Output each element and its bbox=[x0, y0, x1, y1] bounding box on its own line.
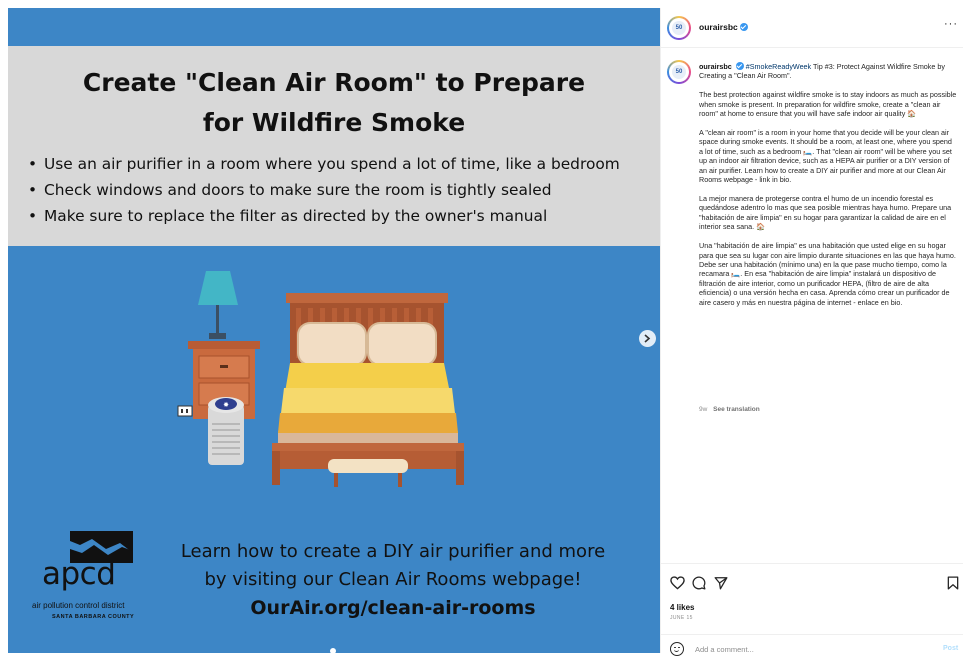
bench-icon bbox=[328, 459, 408, 487]
logo-text: apcd bbox=[42, 556, 116, 592]
air-purifier-icon: ✸ bbox=[208, 397, 244, 465]
bookmark-icon[interactable] bbox=[947, 576, 959, 590]
post-sidebar: 50 ourairsbc ··· 50 ourairsbc #SmokeRead… bbox=[660, 8, 963, 657]
logo-county: SANTA BARBARA COUNTY bbox=[52, 614, 135, 620]
call-to-action: Learn how to create a DIY air purifier a… bbox=[158, 538, 628, 622]
tip-item: Make sure to replace the filter as direc… bbox=[26, 203, 654, 229]
caption-paragraph: A "clean air room" is a room in your hom… bbox=[699, 128, 952, 185]
instagram-post-modal: Create "Clean Air Room" to Prepare for W… bbox=[0, 0, 963, 657]
cta-line-1: Learn how to create a DIY air purifier a… bbox=[180, 541, 606, 562]
username-link[interactable]: ourairsbc bbox=[699, 22, 738, 32]
cta-line-2: by visiting our Clean Air Rooms webpage! bbox=[204, 569, 582, 590]
image-top-band bbox=[8, 8, 660, 46]
headline-line-2: for Wildfire Smoke bbox=[202, 108, 466, 137]
post-caption: ourairsbc #SmokeReadyWeek Tip #3: Protec… bbox=[699, 62, 957, 316]
see-translation-button[interactable]: See translation bbox=[713, 406, 760, 413]
headline-line-1: Create "Clean Air Room" to Prepare bbox=[82, 68, 586, 97]
lamp-icon bbox=[198, 271, 238, 339]
post-image: Create "Clean Air Room" to Prepare for W… bbox=[8, 8, 660, 653]
divider bbox=[661, 47, 963, 48]
avatar-label: 50 bbox=[672, 21, 686, 35]
caption-username[interactable]: ourairsbc bbox=[699, 62, 732, 71]
avatar[interactable]: 50 bbox=[667, 16, 691, 40]
post-age: 9w bbox=[699, 406, 708, 413]
image-headline: Create "Clean Air Room" to Prepare for W… bbox=[8, 63, 660, 143]
outlet-icon bbox=[177, 405, 193, 417]
caption-avatar[interactable]: 50 bbox=[667, 60, 691, 84]
verified-badge-icon bbox=[735, 62, 744, 70]
bedroom-illustration: ✸ bbox=[177, 271, 464, 487]
emoji-icon[interactable] bbox=[670, 642, 684, 656]
likes-count[interactable]: 4 likes bbox=[670, 603, 694, 612]
tip-item: Check windows and doors to make sure the… bbox=[26, 177, 654, 203]
verified-badge-icon bbox=[739, 23, 748, 31]
divider bbox=[661, 563, 963, 564]
divider bbox=[661, 634, 963, 635]
comment-icon[interactable] bbox=[692, 576, 706, 590]
caption-paragraph: La mejor manera de protegerse contra el … bbox=[699, 193, 952, 232]
caption-paragraph: Una "habitación de aire limpia" es una h… bbox=[699, 241, 956, 307]
purifier-display: ✸ bbox=[223, 401, 229, 409]
next-slide-button[interactable] bbox=[639, 330, 656, 347]
post-author: ourairsbc bbox=[699, 22, 748, 32]
comment-input[interactable] bbox=[695, 641, 925, 657]
caption-meta: 9w See translation bbox=[699, 406, 760, 413]
more-options-icon[interactable]: ··· bbox=[944, 18, 958, 30]
avatar-label: 50 bbox=[672, 65, 686, 79]
hashtag-link[interactable]: #SmokeReadyWeek bbox=[746, 62, 811, 71]
heart-icon[interactable] bbox=[670, 576, 685, 590]
post-comment-button[interactable]: Post bbox=[943, 645, 958, 652]
tip-item: Use an air purifier in a room where you … bbox=[26, 151, 654, 177]
share-icon[interactable] bbox=[714, 576, 728, 590]
top-border bbox=[0, 0, 963, 8]
chevron-right-icon bbox=[644, 334, 651, 343]
carousel-dot bbox=[330, 648, 336, 653]
cta-url: OurAir.org/clean-air-rooms bbox=[250, 597, 536, 619]
tips-list: Use an air purifier in a room where you … bbox=[26, 151, 654, 229]
bed-icon bbox=[272, 293, 464, 485]
post-date: JUNE 15 bbox=[670, 615, 693, 621]
logo-subtitle: air pollution control district bbox=[32, 601, 125, 610]
caption-paragraph: The best protection against wildfire smo… bbox=[699, 90, 957, 119]
action-bar bbox=[670, 576, 960, 594]
